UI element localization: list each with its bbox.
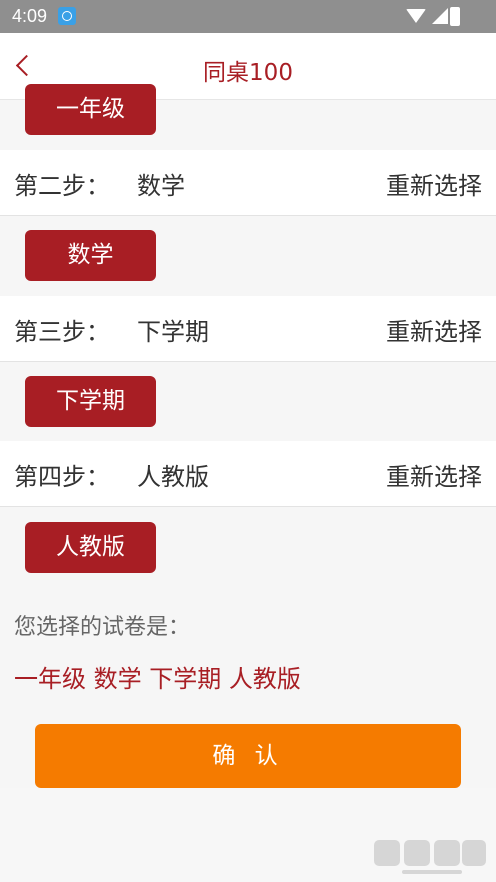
step-label: 第二步： — [14, 172, 110, 200]
watermark-logo — [374, 840, 486, 874]
confirm-button[interactable]: 确 认 — [35, 724, 461, 788]
step-row-4: 第四步： 人教版 重新选择 — [0, 441, 496, 507]
edition-chip[interactable]: 人教版 — [25, 522, 156, 573]
step-value: 下学期 — [137, 318, 209, 346]
signal-icon — [432, 8, 448, 24]
page-title: 同桌100 — [203, 60, 293, 86]
step-label: 第三步： — [14, 318, 110, 346]
step-value: 数学 — [137, 172, 185, 200]
term-chip[interactable]: 下学期 — [25, 376, 156, 427]
grade-chip[interactable]: 一年级 — [25, 84, 156, 135]
reselect-button[interactable]: 重新选择 — [386, 312, 482, 347]
step-row-3: 第三步： 下学期 重新选择 — [0, 296, 496, 362]
subject-chip[interactable]: 数学 — [25, 230, 156, 281]
summary-value: 一年级 数学 下学期 人教版 — [14, 665, 301, 693]
step-value: 人教版 — [137, 463, 209, 491]
status-bar: 4:09 — [0, 0, 496, 33]
bottom-area — [0, 788, 496, 882]
wifi-icon — [406, 9, 426, 23]
app-notification-icon — [58, 7, 76, 25]
summary-label: 您选择的试卷是： — [14, 615, 191, 640]
step-label: 第四步： — [14, 463, 110, 491]
battery-icon — [450, 7, 460, 26]
step-row-2: 第二步： 数学 重新选择 — [0, 150, 496, 216]
status-time: 4:09 — [12, 6, 48, 26]
reselect-button[interactable]: 重新选择 — [386, 166, 482, 201]
reselect-button[interactable]: 重新选择 — [386, 457, 482, 492]
